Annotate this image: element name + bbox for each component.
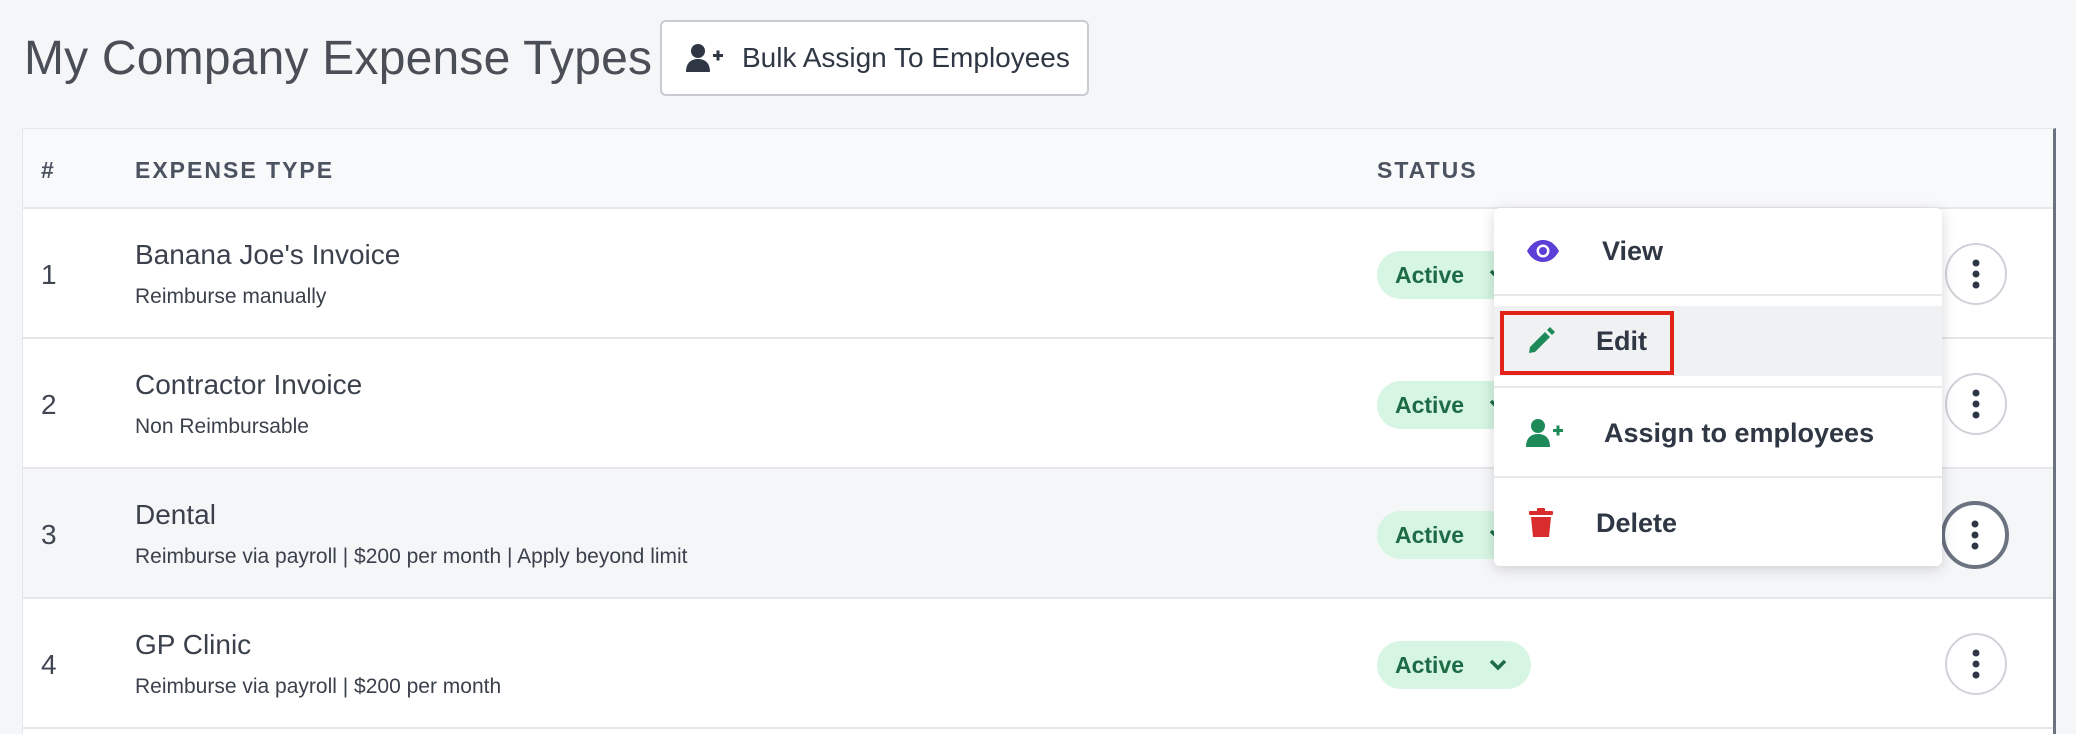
user-plus-icon xyxy=(1526,419,1563,447)
status-dropdown[interactable]: Active xyxy=(1377,641,1531,689)
menu-divider xyxy=(1494,294,1942,296)
page-header: My Company Expense Types xyxy=(24,20,652,96)
menu-divider xyxy=(1494,386,1942,388)
expense-type-name[interactable]: Dental xyxy=(135,499,216,531)
status-label: Active xyxy=(1395,651,1465,678)
expense-type-description: Reimburse via payroll | $200 per month xyxy=(135,675,502,698)
edit-highlight-box xyxy=(1500,311,1674,375)
user-plus-icon xyxy=(686,44,723,72)
row-actions-button[interactable] xyxy=(1945,373,2007,435)
menu-item-label: View xyxy=(1602,235,1664,266)
menu-item-label: Assign to employees xyxy=(1604,417,1875,448)
expense-type-name[interactable]: Banana Joe's Invoice xyxy=(135,239,400,271)
row-actions-button[interactable] xyxy=(1941,501,2009,569)
trash-icon xyxy=(1529,508,1553,537)
eye-icon xyxy=(1527,240,1559,262)
more-vertical-icon xyxy=(1972,259,1980,289)
expense-type-description: Reimburse manually xyxy=(135,285,327,308)
column-header-expense-type: EXPENSE TYPE xyxy=(135,157,335,183)
more-vertical-icon xyxy=(1972,389,1980,419)
expense-type-description: Reimburse via payroll | $200 per month |… xyxy=(135,545,688,568)
expense-type-name[interactable]: GP Clinic xyxy=(135,629,251,661)
status-label: Active xyxy=(1395,521,1465,548)
row-number: 3 xyxy=(41,519,57,550)
expense-type-description: Non Reimbursable xyxy=(135,415,309,438)
more-vertical-icon xyxy=(1971,520,1979,550)
more-vertical-icon xyxy=(1972,649,1980,679)
row-actions-menu: View Edit Assign to employees Delete xyxy=(1494,208,1942,566)
row-actions-button[interactable] xyxy=(1945,243,2007,305)
table-row: 4 GP Clinic Reimburse via payroll | $200… xyxy=(23,599,2053,729)
menu-item-label: Delete xyxy=(1596,507,1678,538)
row-number: 2 xyxy=(41,389,57,420)
menu-item-assign[interactable]: Assign to employees xyxy=(1494,390,1942,476)
bulk-assign-label: Bulk Assign To Employees xyxy=(742,42,1070,73)
menu-item-view[interactable]: View xyxy=(1494,208,1942,294)
table-header: # EXPENSE TYPE STATUS xyxy=(23,129,2053,209)
page-title: My Company Expense Types xyxy=(24,31,653,85)
column-header-status: STATUS xyxy=(1377,157,1478,183)
status-label: Active xyxy=(1395,261,1465,288)
expense-type-name[interactable]: Contractor Invoice xyxy=(135,369,362,401)
row-number: 1 xyxy=(41,259,57,290)
bulk-assign-button[interactable]: Bulk Assign To Employees xyxy=(660,20,1089,96)
row-number: 4 xyxy=(41,649,57,680)
menu-item-delete[interactable]: Delete xyxy=(1494,480,1942,566)
menu-divider xyxy=(1494,476,1942,478)
row-actions-button[interactable] xyxy=(1945,633,2007,695)
chevron-down-icon xyxy=(1489,659,1507,671)
status-label: Active xyxy=(1395,391,1465,418)
column-header-number: # xyxy=(41,157,56,183)
